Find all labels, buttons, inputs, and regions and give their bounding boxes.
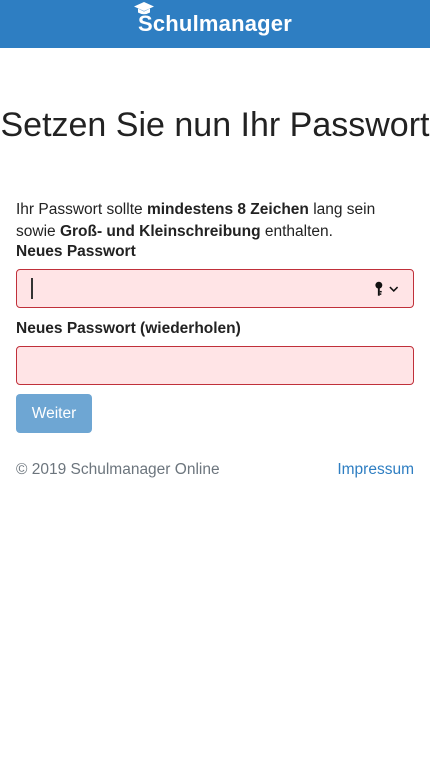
repeat-password-label: Neues Passwort (wiederholen)	[16, 320, 241, 337]
intro-text: enthalten.	[260, 222, 333, 240]
impressum-link[interactable]: Impressum	[337, 461, 414, 479]
graduation-cap-icon	[133, 2, 154, 15]
chevron-down-icon	[388, 286, 398, 293]
new-password-field[interactable]	[16, 269, 414, 308]
brand-logo-link[interactable]: Schulmanager	[133, 2, 292, 37]
repeat-password-field[interactable]	[16, 346, 414, 385]
password-manager-button[interactable]	[375, 280, 399, 298]
key-icon	[375, 281, 383, 296]
brand-name: Schulmanager	[137, 11, 292, 36]
intro-bold-length: mindestens 8 Zeichen	[146, 200, 309, 218]
page-title: Setzen Sie nun Ihr Passwort	[0, 105, 430, 144]
continue-button[interactable]: Weiter	[16, 394, 92, 433]
new-password-label: Neues Passwort	[16, 243, 136, 260]
copyright-text: © 2019 Schulmanager Online	[16, 461, 220, 478]
text-cursor	[31, 278, 33, 299]
intro-text: Ihr Passwort sollte	[16, 200, 147, 218]
top-navbar: Schulmanager	[0, 0, 430, 48]
intro-bold-case: Groß- und Kleinschreibung	[59, 222, 261, 240]
password-requirements-text: Ihr Passwort sollte mindestens 8 Zeichen…	[16, 199, 414, 243]
